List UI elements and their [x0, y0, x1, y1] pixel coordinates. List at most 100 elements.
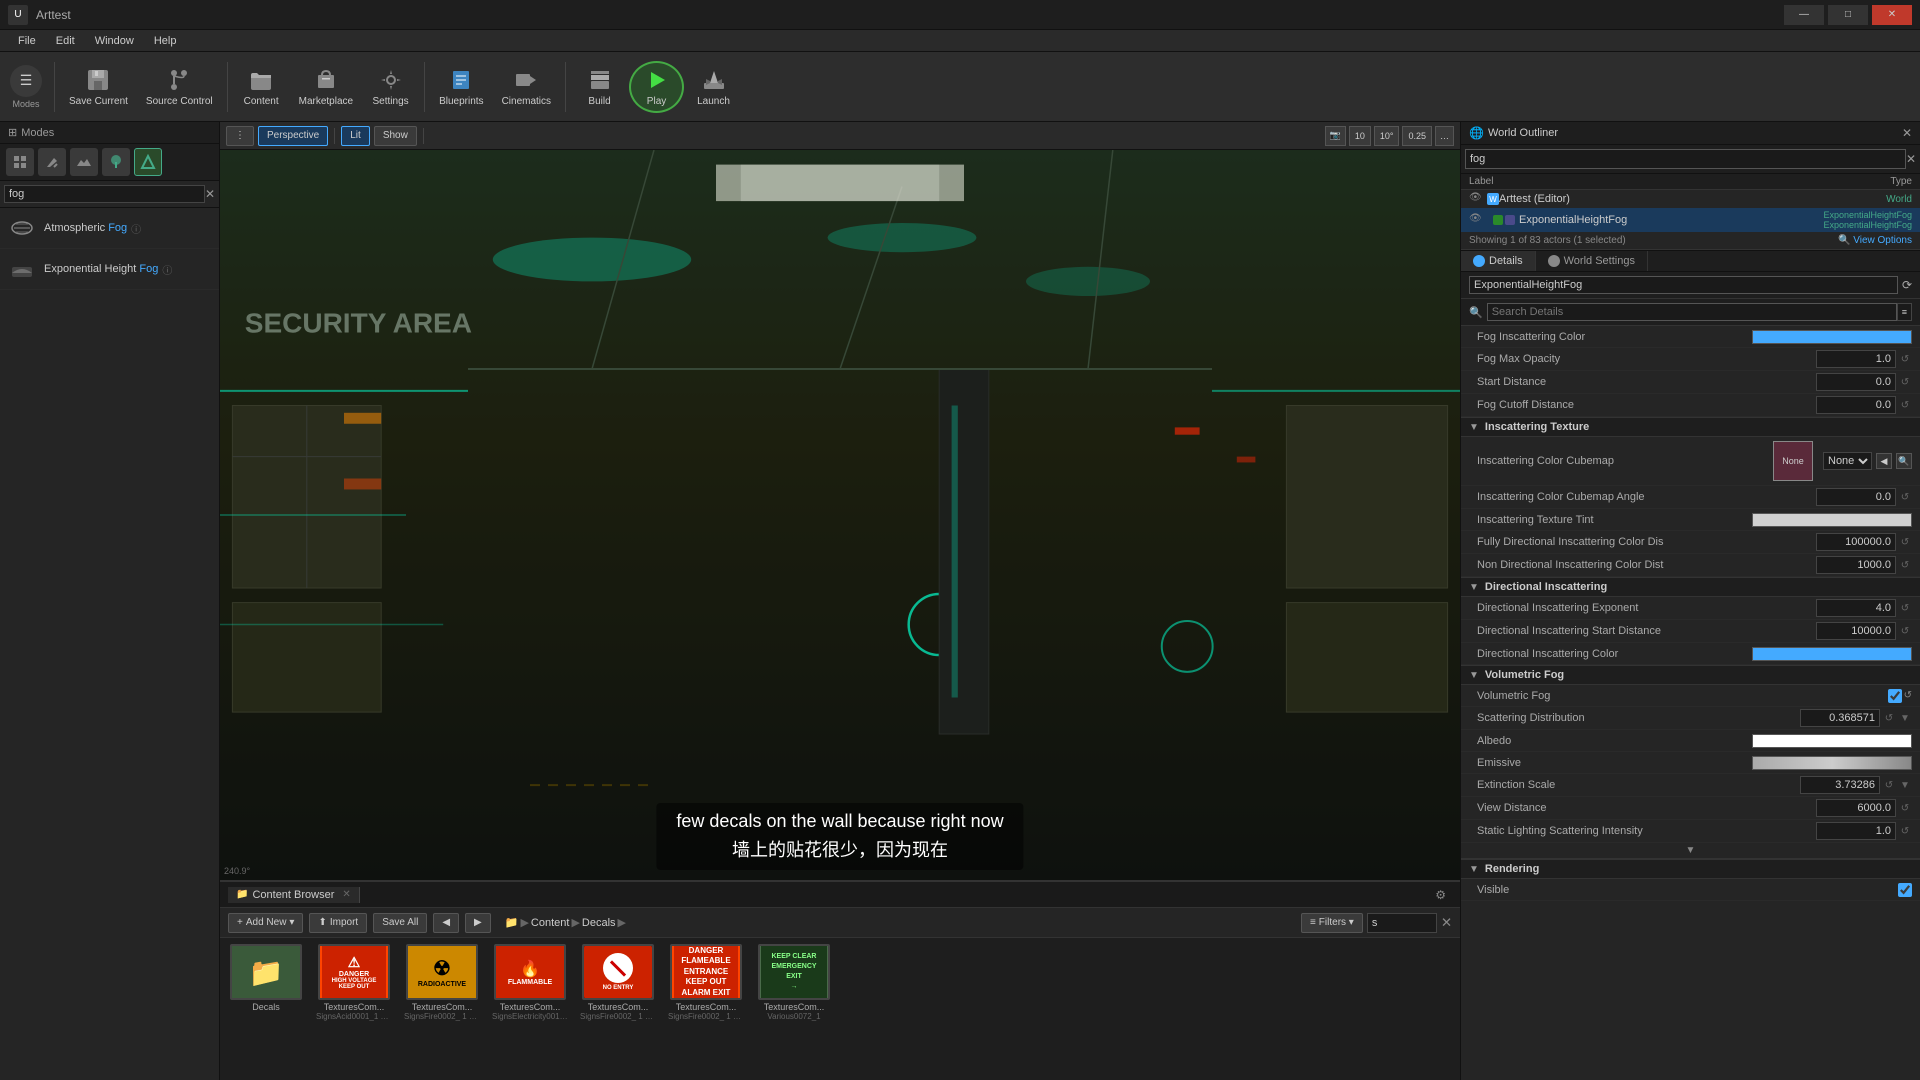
section-expand-btn[interactable]: ▼	[1686, 845, 1696, 856]
close-button[interactable]: ✕	[1872, 5, 1912, 25]
static-lighting-input[interactable]	[1816, 822, 1896, 840]
cb-item-tex-2[interactable]: ☢ RADIOACTIVE TexturesCom... SignsFire00…	[402, 944, 482, 1021]
cb-item-tex-3[interactable]: 🔥 FLAMMABLE TexturesCom... SignsElectric…	[490, 944, 570, 1021]
maximize-button[interactable]: □	[1828, 5, 1868, 25]
menu-window[interactable]: Window	[85, 33, 144, 49]
dir-color-swatch[interactable]	[1752, 647, 1912, 661]
tab-world-settings[interactable]: World Settings	[1536, 251, 1648, 271]
breadcrumb-content[interactable]: Content	[531, 917, 570, 929]
mode-paint[interactable]	[38, 148, 66, 176]
view-distance-reset[interactable]: ↺	[1898, 803, 1912, 814]
scattering-distribution-reset[interactable]: ↺	[1882, 713, 1896, 724]
source-control-button[interactable]: Source Control	[138, 57, 221, 117]
modes-search-input[interactable]	[4, 185, 205, 203]
dir-start-distance-input[interactable]	[1816, 622, 1896, 640]
scattering-distribution-expand[interactable]: ▼	[1898, 713, 1912, 724]
build-button[interactable]: Build	[572, 57, 627, 117]
mode-info-1[interactable]: ⓘ	[131, 221, 141, 236]
extinction-scale-expand[interactable]: ▼	[1898, 780, 1912, 791]
section-header-volumetric-fog[interactable]: ▼ Volumetric Fog	[1461, 665, 1920, 685]
cb-item-tex-5[interactable]: DANGERFLAMEABLEENTRANCEKEEP OUTALARM EXI…	[666, 944, 746, 1021]
lit-btn[interactable]: Lit	[341, 126, 370, 146]
inscattering-tint-swatch[interactable]	[1752, 513, 1912, 527]
cb-item-tex-4[interactable]: NO ENTRY TexturesCom... SignsFire0002_ 1…	[578, 944, 658, 1021]
cb-item-decals[interactable]: 📁 Decals	[226, 944, 306, 1012]
details-view-toggle[interactable]: ≡	[1897, 303, 1912, 321]
fog-max-opacity-input[interactable]	[1816, 350, 1896, 368]
blueprints-button[interactable]: Blueprints	[431, 57, 491, 117]
section-header-inscattering-texture[interactable]: ▼ Inscattering Texture	[1461, 417, 1920, 437]
menu-edit[interactable]: Edit	[46, 33, 85, 49]
outliner-row-exp-fog[interactable]: 👁 ExponentialHeightFog ExponentialHeight…	[1461, 208, 1920, 232]
viewport-scene[interactable]: SECURITY AREA AREA	[220, 150, 1460, 880]
outliner-row-arttest[interactable]: 👁 W Arttest (Editor) World	[1461, 190, 1920, 208]
cubemap-angle-reset[interactable]: ↺	[1898, 492, 1912, 503]
view-distance-input[interactable]	[1816, 799, 1896, 817]
scale-btn[interactable]: 0.25	[1402, 126, 1432, 146]
dir-exponent-reset[interactable]: ↺	[1898, 603, 1912, 614]
viewport-options-btn[interactable]: ⋮	[226, 126, 254, 146]
mode-landscape[interactable]	[70, 148, 98, 176]
mode-foliage[interactable]	[102, 148, 130, 176]
fully-directional-input[interactable]	[1816, 533, 1896, 551]
cb-back-btn[interactable]: ◀	[433, 913, 459, 933]
tab-details[interactable]: Details	[1461, 251, 1536, 271]
fog-inscattering-color-swatch[interactable]	[1752, 330, 1912, 344]
outliner-search-clear[interactable]: ✕	[1906, 152, 1916, 166]
start-distance-input[interactable]	[1816, 373, 1896, 391]
add-new-button[interactable]: + Add New ▾	[228, 913, 303, 933]
volumetric-fog-reset-btn[interactable]: ↺	[1904, 690, 1912, 701]
fog-max-opacity-reset[interactable]: ↺	[1898, 354, 1912, 365]
albedo-swatch[interactable]	[1752, 734, 1912, 748]
start-distance-reset[interactable]: ↺	[1898, 377, 1912, 388]
cb-settings-btn[interactable]: ⚙	[1435, 888, 1446, 902]
minimize-button[interactable]: —	[1784, 5, 1824, 25]
volumetric-fog-checkbox[interactable]	[1888, 689, 1902, 703]
viewport-more-btn[interactable]: …	[1435, 126, 1454, 146]
show-btn[interactable]: Show	[374, 126, 417, 146]
camera-speed-btn[interactable]: 📷	[1325, 126, 1346, 146]
outliner-close-btn[interactable]: ✕	[1902, 126, 1912, 140]
fog-cutoff-distance-input[interactable]	[1816, 396, 1896, 414]
grid-size-btn[interactable]: 10	[1349, 126, 1371, 146]
modes-toggle[interactable]: ☰	[10, 65, 42, 97]
non-directional-input[interactable]	[1816, 556, 1896, 574]
mode-place[interactable]	[6, 148, 34, 176]
import-button[interactable]: ⬆ Import	[309, 913, 367, 933]
section-header-rendering[interactable]: ▼ Rendering	[1461, 859, 1920, 879]
outliner-search-input[interactable]	[1465, 149, 1906, 169]
details-obj-refresh-btn[interactable]: ⟳	[1902, 278, 1912, 292]
cubemap-find-btn[interactable]: 🔍	[1896, 453, 1912, 469]
scattering-distribution-input[interactable]	[1800, 709, 1880, 727]
static-lighting-reset[interactable]: ↺	[1898, 826, 1912, 837]
cinematics-button[interactable]: Cinematics	[494, 57, 559, 117]
dir-start-distance-reset[interactable]: ↺	[1898, 626, 1912, 637]
view-options-btn[interactable]: 🔍 View Options	[1838, 235, 1912, 246]
non-directional-reset[interactable]: ↺	[1898, 560, 1912, 571]
mode-item-atmospheric-fog[interactable]: Atmospheric Fog ⓘ	[0, 208, 219, 249]
menu-help[interactable]: Help	[144, 33, 187, 49]
angle-snap-btn[interactable]: 10°	[1374, 126, 1400, 146]
mode-info-2[interactable]: ⓘ	[162, 262, 172, 277]
section-header-directional[interactable]: ▼ Directional Inscattering	[1461, 577, 1920, 597]
cb-item-tex-6[interactable]: KEEP CLEAREMERGENCYEXIT→ TexturesCom... …	[754, 944, 834, 1021]
cb-tab[interactable]: 📁 Content Browser ✕	[228, 887, 360, 903]
play-button[interactable]: Play	[629, 61, 684, 113]
cb-forward-btn[interactable]: ▶	[465, 913, 491, 933]
breadcrumb-decals[interactable]: Decals	[582, 917, 616, 929]
mode-geometry[interactable]	[134, 148, 162, 176]
launch-button[interactable]: Launch	[686, 57, 741, 117]
save-current-button[interactable]: Save Current	[61, 57, 136, 117]
cb-search-clear-btn[interactable]: ✕	[1441, 915, 1452, 931]
cb-filter-btn[interactable]: ≡ Filters ▾	[1301, 913, 1363, 933]
dir-exponent-input[interactable]	[1816, 599, 1896, 617]
marketplace-button[interactable]: Marketplace	[291, 57, 361, 117]
modes-search-clear[interactable]: ✕	[205, 187, 215, 201]
cubemap-prev-btn[interactable]: ◀	[1876, 453, 1892, 469]
emissive-swatch[interactable]	[1752, 756, 1912, 770]
fully-directional-reset[interactable]: ↺	[1898, 537, 1912, 548]
content-button[interactable]: Content	[234, 57, 289, 117]
cubemap-dropdown[interactable]: None	[1823, 452, 1872, 470]
details-search-input[interactable]	[1487, 303, 1897, 321]
cubemap-angle-input[interactable]	[1816, 488, 1896, 506]
